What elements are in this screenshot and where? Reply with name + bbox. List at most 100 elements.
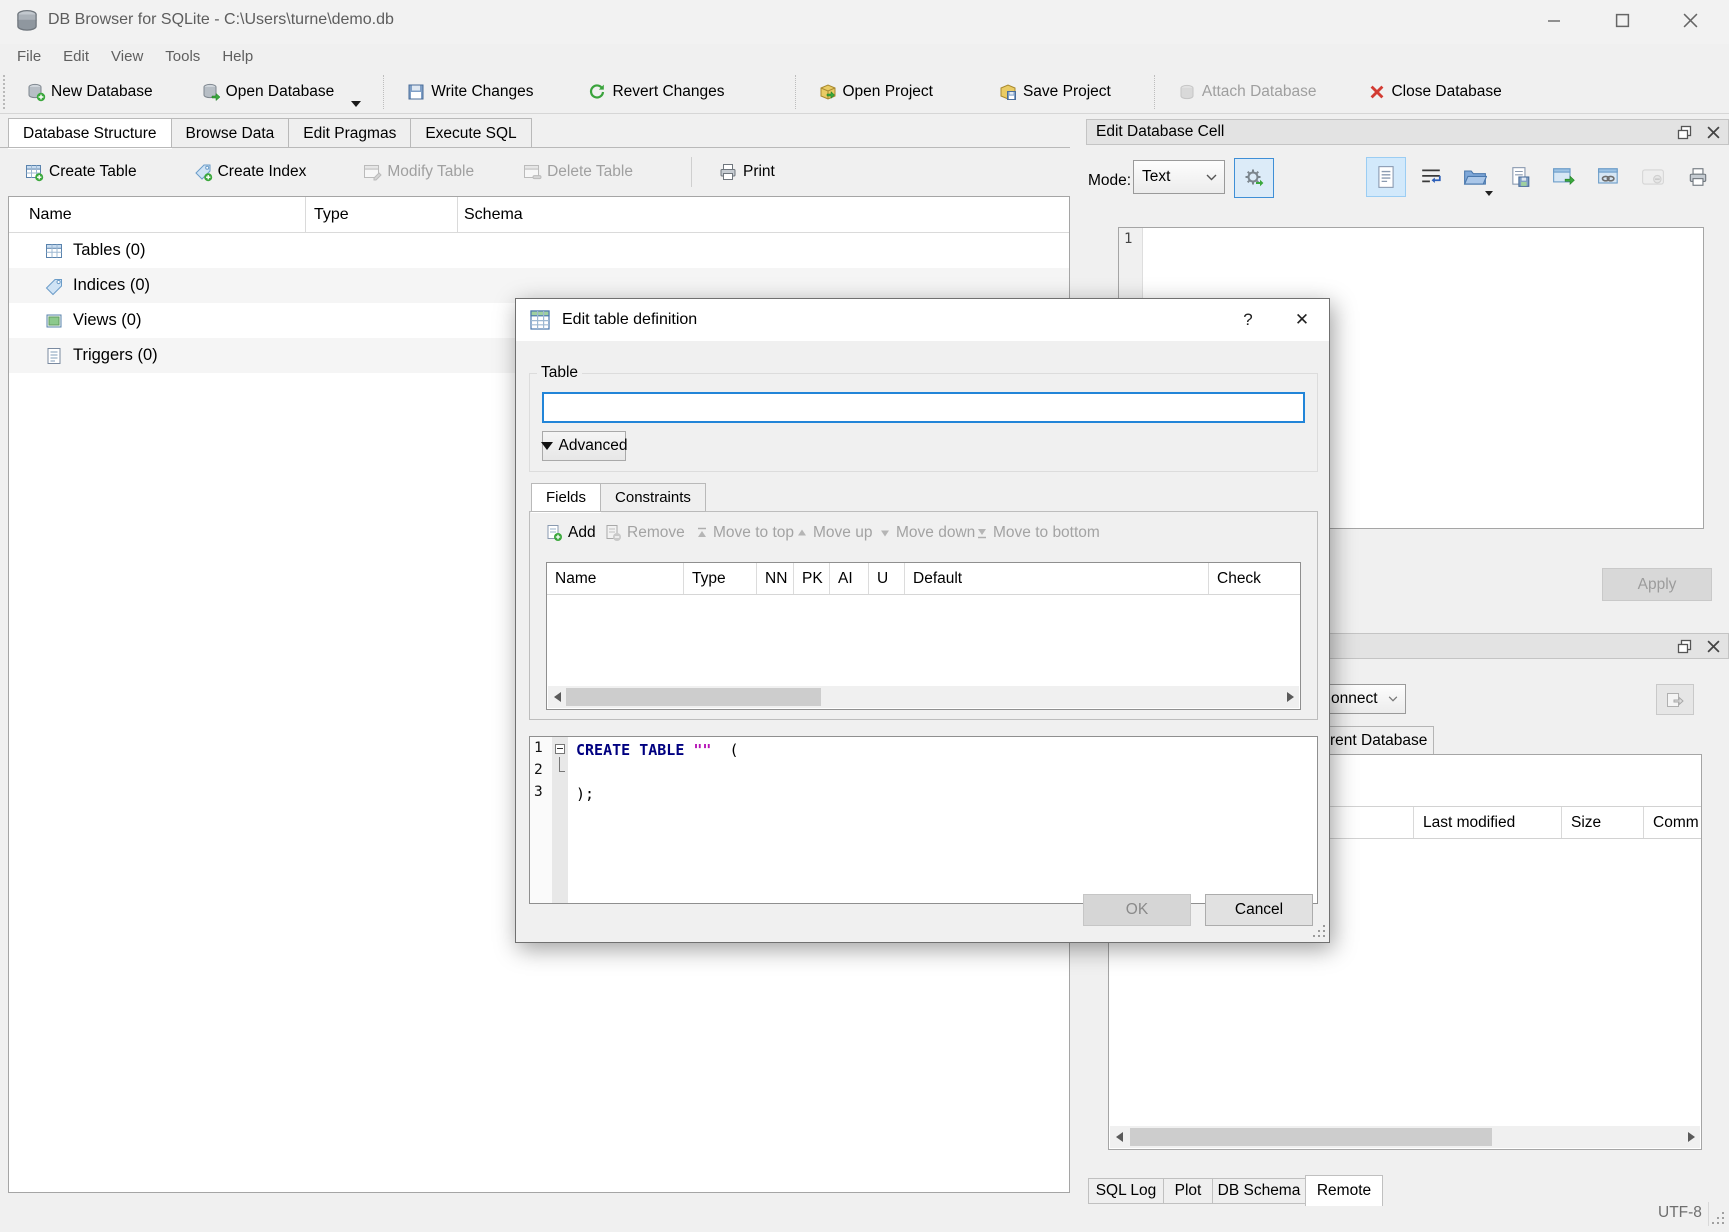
scrollbar-track[interactable] [1128,1126,1682,1148]
line-number: 3 [530,781,552,803]
remote-column-commit[interactable]: Comm [1644,807,1701,838]
column-ai[interactable]: AI [830,563,869,594]
menu-view[interactable]: View [100,45,154,69]
column-type[interactable]: Type [684,563,757,594]
scroll-right-icon[interactable] [1281,686,1299,708]
create-index-button[interactable]: Create Index [177,154,323,190]
scroll-left-icon[interactable] [1110,1126,1128,1148]
scroll-right-icon[interactable] [1682,1126,1700,1148]
tab-remote[interactable]: Remote [1305,1175,1383,1206]
column-pk[interactable]: PK [794,563,830,594]
tab-db-schema[interactable]: DB Schema [1212,1178,1306,1204]
import-data-button[interactable] [1455,157,1495,197]
tab-current-database[interactable]: rent Database [1326,726,1434,755]
close-panel-icon[interactable] [1707,640,1720,653]
tree-column-type[interactable]: Type [306,197,458,232]
close-database-button[interactable]: Close Database [1353,73,1516,111]
print-button[interactable]: Print [702,154,791,190]
scrollbar-thumb[interactable] [566,688,821,706]
tree-column-name[interactable]: Name [9,197,306,232]
column-nn[interactable]: NN [757,563,794,594]
copy-link-button[interactable] [1589,157,1629,197]
tab-fields[interactable]: Fields [531,483,601,512]
dialog-close-button[interactable]: ✕ [1279,299,1325,341]
float-panel-icon[interactable] [1677,639,1692,654]
close-panel-icon[interactable] [1707,126,1720,139]
maximize-button[interactable] [1593,0,1651,40]
import-dropdown-icon[interactable] [1485,191,1493,196]
dialog-resize-grip[interactable] [1313,925,1327,939]
tab-sql-log[interactable]: SQL Log [1088,1178,1164,1204]
toolbar-separator [1154,75,1155,109]
print-cell-button[interactable] [1678,157,1718,197]
export-data-button[interactable] [1500,157,1540,197]
menu-edit[interactable]: Edit [52,45,100,69]
open-project-button[interactable]: Open Project [803,73,948,111]
attach-database-button: Attach Database [1162,73,1332,111]
mode-select[interactable]: Text [1133,160,1225,194]
column-check[interactable]: Check [1209,563,1300,594]
table-group-label: Table [537,364,582,382]
revert-changes-label: Revert Changes [612,83,724,101]
print-icon [718,162,738,182]
revert-changes-button[interactable]: Revert Changes [572,73,739,111]
minimize-button[interactable] [1525,0,1583,40]
word-wrap-button[interactable] [1411,157,1451,197]
text-document-button[interactable] [1366,157,1406,197]
advanced-toggle-button[interactable]: Advanced [542,431,626,461]
tree-column-schema[interactable]: Schema [458,197,1069,232]
remove-field-button: Remove [604,518,685,548]
fold-collapse-icon[interactable] [555,744,565,754]
menu-file[interactable]: File [6,45,52,69]
new-database-button[interactable]: New Database [11,73,168,111]
open-in-external-button[interactable] [1544,157,1584,197]
tab-execute-sql[interactable]: Execute SQL [410,118,531,148]
write-changes-button[interactable]: Write Changes [391,73,548,111]
move-up-button: Move up [796,518,872,548]
close-database-icon [1368,83,1386,101]
tab-edit-pragmas[interactable]: Edit Pragmas [288,118,411,148]
ok-button: OK [1083,894,1191,926]
dialog-help-button[interactable]: ? [1225,299,1271,341]
column-u[interactable]: U [869,563,905,594]
add-field-button[interactable]: Add [545,518,596,548]
remote-identity-select[interactable]: onnect [1326,684,1406,714]
tab-constraints[interactable]: Constraints [600,483,706,512]
open-database-button[interactable]: Open Database [186,73,377,111]
table-name-input[interactable] [542,392,1305,423]
close-window-button[interactable] [1661,0,1719,40]
open-database-dropdown-icon[interactable] [351,101,361,107]
toolbar-drag-handle[interactable] [3,75,7,109]
statusbar-separator [1708,1202,1709,1226]
tab-browse-data[interactable]: Browse Data [171,118,290,148]
modify-table-button: Modify Table [346,154,490,190]
mode-label: Mode: [1088,172,1131,190]
scrollbar-track[interactable] [566,686,1281,708]
move-to-top-icon [696,527,708,539]
column-name[interactable]: Name [547,563,684,594]
scrollbar-thumb[interactable] [1130,1128,1492,1146]
column-default[interactable]: Default [905,563,1209,594]
remote-column-last-modified[interactable]: Last modified [1414,807,1562,838]
sql-preview[interactable]: 1 2 3 CREATE TABLE "" ( ); [529,736,1318,904]
tab-plot[interactable]: Plot [1163,1178,1213,1204]
fields-tab-pane: Add Remove Move to top Move up Move down… [529,511,1318,720]
cancel-button[interactable]: Cancel [1205,894,1313,926]
tree-row-tables[interactable]: Tables (0) [9,233,1069,268]
tree-row-label: Tables (0) [73,241,145,260]
window-resize-grip[interactable] [1712,1212,1726,1226]
menu-help[interactable]: Help [211,45,264,69]
scroll-left-icon[interactable] [548,686,566,708]
menu-tools[interactable]: Tools [154,45,211,69]
remote-column-size[interactable]: Size [1562,807,1644,838]
create-table-button[interactable]: Create Table [8,154,153,190]
sql-fold-margin [552,737,568,903]
float-panel-icon[interactable] [1677,125,1692,140]
move-down-icon [879,527,891,539]
auto-detect-format-button[interactable] [1234,158,1274,198]
tab-database-structure[interactable]: Database Structure [8,118,172,148]
add-field-label: Add [568,524,596,542]
save-project-button[interactable]: Save Project [983,73,1126,111]
edit-cell-toolbar [1366,154,1718,200]
advanced-label: Advanced [559,437,628,455]
